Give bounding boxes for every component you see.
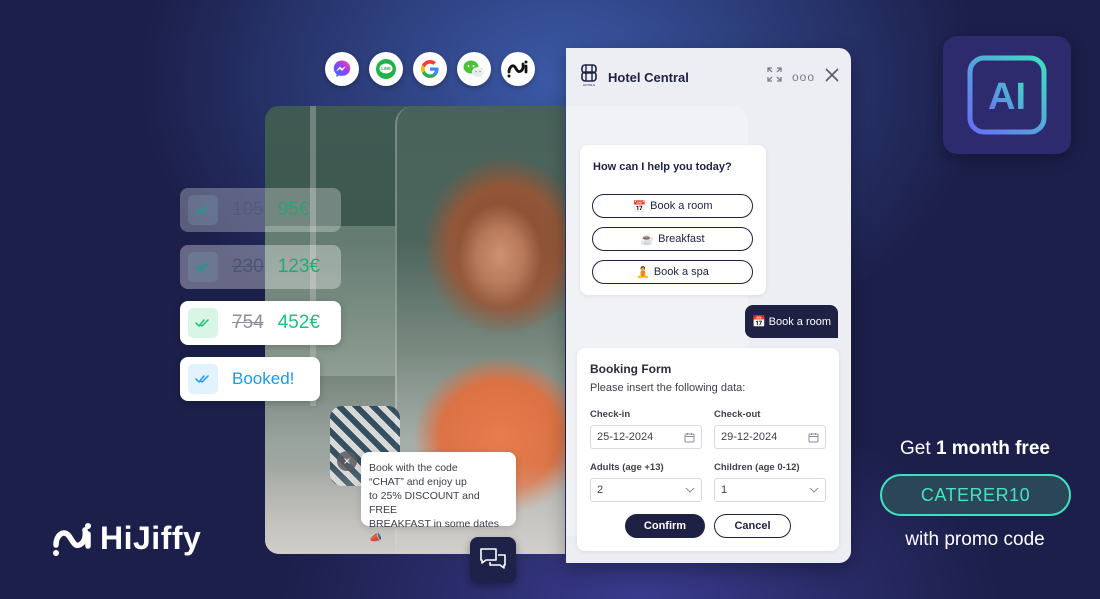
double-check-icon: [188, 195, 218, 225]
hotel-logo-caption: HOTELS: [582, 83, 595, 87]
offer-highlight: 1 month free: [935, 438, 1050, 459]
coffee-icon: ☕: [640, 233, 655, 246]
close-promo-button[interactable]: ×: [337, 451, 357, 471]
brand-name: HiJiffy: [100, 520, 202, 556]
price-card: 105 95€: [180, 188, 341, 232]
book-room-option[interactable]: 📅 Book a room: [592, 194, 753, 218]
adults-label: Adults (age +13): [590, 462, 664, 473]
channel-icons: LINE: [325, 52, 535, 86]
more-options-icon[interactable]: ooo: [792, 70, 815, 84]
checkout-field[interactable]: 29-12-2024: [714, 425, 826, 449]
expand-icon[interactable]: [767, 67, 782, 87]
close-icon[interactable]: [825, 67, 839, 87]
old-price: 754: [232, 312, 264, 333]
ai-badge: AI: [943, 36, 1071, 154]
chat-bubbles-icon: [480, 548, 506, 569]
offer-suffix: with promo code: [905, 529, 1045, 550]
ai-icon: AI: [967, 55, 1047, 135]
user-message-text: Book a room: [768, 315, 832, 328]
double-check-icon: [188, 252, 218, 282]
promo-line: Book with the code: [369, 462, 458, 474]
children-label: Children (age 0-12): [714, 462, 800, 473]
google-icon[interactable]: [413, 52, 447, 86]
old-price: 105: [232, 199, 264, 220]
offer-prefix: Get: [900, 438, 936, 459]
checkin-field[interactable]: 25-12-2024: [590, 425, 702, 449]
booked-label: Booked!: [232, 369, 295, 388]
checkout-label: Check-out: [714, 409, 761, 420]
double-check-icon: [188, 364, 218, 394]
user-message: 📅 Book a room: [745, 305, 838, 338]
checkout-value: 29-12-2024: [721, 431, 778, 443]
chevron-down-icon: [809, 487, 819, 493]
meditation-icon: 🧘: [636, 266, 650, 279]
line-icon[interactable]: LINE: [369, 52, 403, 86]
option-label: Book a spa: [653, 266, 709, 278]
booked-card: Booked!: [180, 357, 320, 401]
booking-form: Booking Form Please insert the following…: [577, 348, 839, 551]
old-price: 230: [232, 256, 264, 277]
hijiffy-icon[interactable]: [501, 52, 535, 86]
new-price: 123€: [277, 256, 320, 277]
messenger-icon[interactable]: [325, 52, 359, 86]
promo-line: “CHAT” and enjoy up: [369, 476, 467, 488]
help-question: How can I help you today?: [593, 161, 732, 173]
new-price: 95€: [277, 199, 310, 220]
chat-launcher-button[interactable]: [470, 537, 516, 583]
option-label: Book a room: [650, 200, 713, 212]
adults-value: 2: [597, 484, 604, 496]
calendar-icon: 📅: [751, 316, 766, 328]
offer-headline: Get 1 month free: [870, 438, 1080, 460]
checkin-value: 25-12-2024: [597, 431, 654, 443]
widget-title: Hotel Central: [608, 69, 689, 85]
form-subtitle: Please insert the following data:: [590, 382, 746, 394]
children-select[interactable]: 1: [714, 478, 826, 502]
svg-text:LINE: LINE: [381, 66, 391, 71]
children-value: 1: [721, 484, 728, 496]
calendar-icon: 📅: [632, 200, 647, 213]
promo-code-pill[interactable]: CATERER10: [880, 474, 1071, 516]
hotel-logo: HOTELS: [578, 64, 600, 90]
widget-header: HOTELS Hotel Central ooo: [578, 64, 839, 90]
confirm-button[interactable]: Confirm: [625, 514, 705, 538]
breakfast-option[interactable]: ☕ Breakfast: [592, 227, 753, 251]
cancel-button[interactable]: Cancel: [714, 514, 791, 538]
option-label: Breakfast: [658, 233, 705, 245]
adults-select[interactable]: 2: [590, 478, 702, 502]
hotel-logo-icon: [581, 64, 597, 82]
calendar-icon: [808, 432, 819, 442]
price-card: 754 452€: [180, 301, 341, 345]
help-card: How can I help you today? 📅 Book a room …: [580, 145, 766, 295]
new-price: 452€: [277, 312, 320, 333]
form-title: Booking Form: [590, 362, 672, 376]
ai-label: AI: [988, 76, 1026, 118]
promo-line: to 25% DISCOUNT and FREE: [369, 490, 480, 516]
chevron-down-icon: [685, 487, 695, 493]
checkin-label: Check-in: [590, 409, 631, 420]
hijiffy-logo: HiJiffy: [50, 520, 201, 557]
double-check-icon: [188, 308, 218, 338]
wechat-icon[interactable]: [457, 52, 491, 86]
hijiffy-logo-icon: [53, 522, 91, 556]
book-spa-option[interactable]: 🧘 Book a spa: [592, 260, 753, 284]
calendar-icon: [684, 432, 695, 442]
promo-bubble: Book with the code “CHAT” and enjoy up t…: [361, 452, 516, 544]
price-card: 230 123€: [180, 245, 341, 289]
